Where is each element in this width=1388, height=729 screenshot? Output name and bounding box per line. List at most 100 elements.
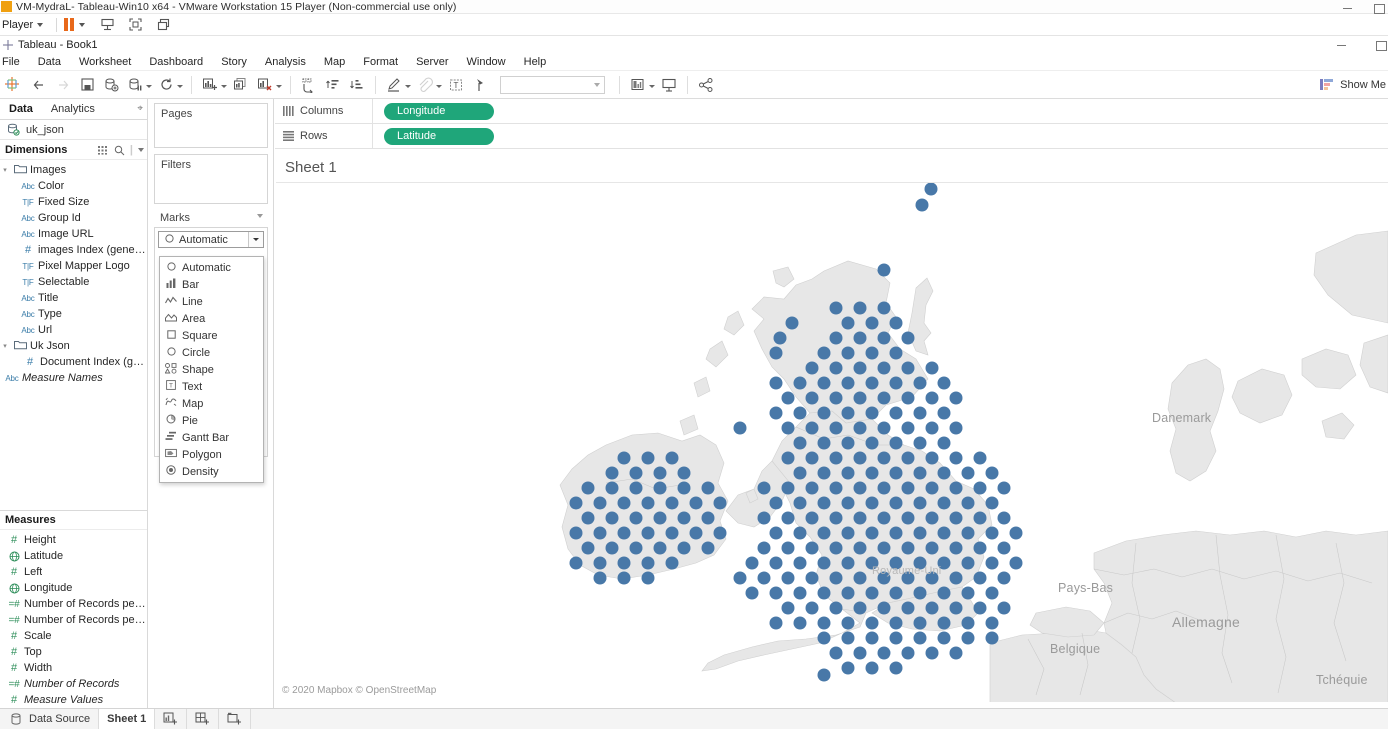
data-source-tab[interactable]: Data Source (0, 709, 100, 729)
pause-icon[interactable] (64, 18, 75, 31)
columns-shelf[interactable]: Columns Longitude (275, 99, 1388, 124)
tab-analytics[interactable]: Analytics (42, 99, 104, 119)
worksheet-title[interactable]: Sheet 1 (275, 152, 1388, 182)
field-selectable[interactable]: T|F Selectable (0, 274, 147, 290)
filters-card[interactable]: Filters (154, 154, 268, 204)
chevron-down-icon[interactable] (79, 22, 86, 27)
presentation-mode-icon[interactable] (660, 75, 678, 95)
minimize-icon[interactable] (1336, 39, 1347, 50)
measure-width[interactable]: # Width (0, 660, 147, 676)
grid-view-icon[interactable] (97, 145, 109, 155)
menu-dashboard[interactable]: Dashboard (140, 55, 212, 69)
mark-option-line[interactable]: Line (160, 293, 263, 310)
mark-option-text[interactable]: T Text (160, 378, 263, 395)
measure-height[interactable]: # Height (0, 532, 147, 548)
chevron-down-icon[interactable] (177, 85, 183, 88)
field-measure-names[interactable]: Abc Measure Names (0, 370, 147, 386)
field-group-id[interactable]: Abc Group Id (0, 210, 147, 226)
chevron-down-icon[interactable] (649, 85, 655, 88)
restore-icon[interactable] (1373, 2, 1385, 14)
refresh-icon[interactable] (157, 75, 175, 95)
new-story-button[interactable] (219, 709, 252, 729)
menu-window[interactable]: Window (458, 55, 515, 69)
menu-format[interactable]: Format (354, 55, 407, 69)
measure-left[interactable]: # Left (0, 564, 147, 580)
chevron-down-icon[interactable] (257, 214, 263, 218)
mark-option-shape[interactable]: Shape (160, 361, 263, 378)
measure-measure-values[interactable]: # Measure Values (0, 692, 147, 708)
mark-option-area[interactable]: Area (160, 310, 263, 327)
restore-icon[interactable] (1375, 39, 1387, 51)
mark-option-map[interactable]: Map (160, 395, 263, 412)
field-type[interactable]: Abc Type (0, 306, 147, 322)
sheet-tab-sheet1[interactable]: Sheet 1 (99, 709, 156, 729)
measure-longitude[interactable]: Longitude (0, 580, 147, 596)
pin-icon[interactable]: ⌖ (137, 103, 143, 114)
measure-number-of-records[interactable]: =# Number of Records (0, 676, 147, 692)
chevron-down-icon[interactable] (138, 148, 144, 152)
columns-drop-zone[interactable]: Longitude (373, 102, 1388, 120)
field-title[interactable]: Abc Title (0, 290, 147, 306)
field-document-index[interactable]: # Document Index (gene... (0, 354, 147, 370)
field-url[interactable]: Abc Url (0, 322, 147, 338)
menu-worksheet[interactable]: Worksheet (70, 55, 140, 69)
measure-records-per-u[interactable]: =# Number of Records per u... (0, 612, 147, 628)
menu-file[interactable]: File (0, 55, 29, 69)
save-icon[interactable] (78, 75, 96, 95)
expand-arrow-icon[interactable]: ▾ (0, 166, 10, 174)
field-folder-images[interactable]: ▾ Images (0, 162, 147, 178)
mark-option-circle[interactable]: Circle (160, 344, 263, 361)
swap-rows-cols-icon[interactable] (300, 75, 318, 95)
mark-option-square[interactable]: Square (160, 327, 263, 344)
field-color[interactable]: Abc Color (0, 178, 147, 194)
minimize-icon[interactable] (1342, 2, 1353, 13)
clear-sheet-icon[interactable] (256, 75, 274, 95)
windowed-icon[interactable] (154, 16, 172, 34)
measure-records-per-i[interactable]: =# Number of Records per i... (0, 596, 147, 612)
measure-latitude[interactable]: Latitude (0, 548, 147, 564)
fullscreen-icon[interactable] (126, 16, 144, 34)
menu-server[interactable]: Server (407, 55, 457, 69)
labels-icon[interactable]: T (447, 75, 465, 95)
datasource-row[interactable]: uk_json (0, 120, 147, 140)
chevron-down-icon[interactable] (221, 85, 227, 88)
toolbar-combo[interactable] (500, 75, 605, 94)
tab-data[interactable]: Data (0, 99, 42, 119)
pages-card[interactable]: Pages (154, 103, 268, 148)
field-pixel-mapper-logo[interactable]: T|F Pixel Mapper Logo (0, 258, 147, 274)
show-cards-icon[interactable] (629, 75, 647, 95)
rows-shelf[interactable]: Rows Latitude (275, 124, 1388, 149)
new-worksheet-icon[interactable] (201, 75, 219, 95)
show-me-button[interactable]: Show Me (1319, 71, 1388, 99)
menu-analysis[interactable]: Analysis (256, 55, 315, 69)
field-folder-uk-json[interactable]: ▾ Uk Json (0, 338, 147, 354)
sort-asc-icon[interactable] (324, 75, 342, 95)
search-icon[interactable] (114, 145, 125, 156)
pause-updates-icon[interactable] (126, 75, 144, 95)
back-arrow-icon[interactable] (30, 75, 48, 95)
rows-drop-zone[interactable]: Latitude (373, 127, 1388, 145)
share-icon[interactable] (697, 75, 715, 95)
measure-top[interactable]: # Top (0, 644, 147, 660)
highlight-icon[interactable] (385, 75, 403, 95)
unity-mode-icon[interactable] (98, 16, 116, 34)
menu-story[interactable]: Story (212, 55, 256, 69)
mark-option-density[interactable]: Density (160, 463, 263, 480)
expand-arrow-icon[interactable]: ▾ (0, 342, 10, 350)
new-dashboard-button[interactable] (187, 709, 220, 729)
menu-data[interactable]: Data (29, 55, 70, 69)
sort-desc-icon[interactable] (348, 75, 366, 95)
mark-option-polygon[interactable]: Polygon (160, 446, 263, 463)
mark-option-automatic[interactable]: Automatic (160, 259, 263, 276)
map-view[interactable]: Danemark Pays-Bas Allemagne Belgique Tch… (276, 182, 1388, 702)
menu-help[interactable]: Help (515, 55, 556, 69)
duplicate-sheet-icon[interactable] (232, 75, 250, 95)
pill-latitude[interactable]: Latitude (384, 127, 494, 145)
mark-option-pie[interactable]: Pie (160, 412, 263, 429)
measure-scale[interactable]: # Scale (0, 628, 147, 644)
chevron-down-icon[interactable] (146, 85, 152, 88)
field-images-index[interactable]: # images Index (generate... (0, 242, 147, 258)
mark-option-bar[interactable]: Bar (160, 276, 263, 293)
pill-longitude[interactable]: Longitude (384, 102, 494, 120)
field-fixed-size[interactable]: T|F Fixed Size (0, 194, 147, 210)
